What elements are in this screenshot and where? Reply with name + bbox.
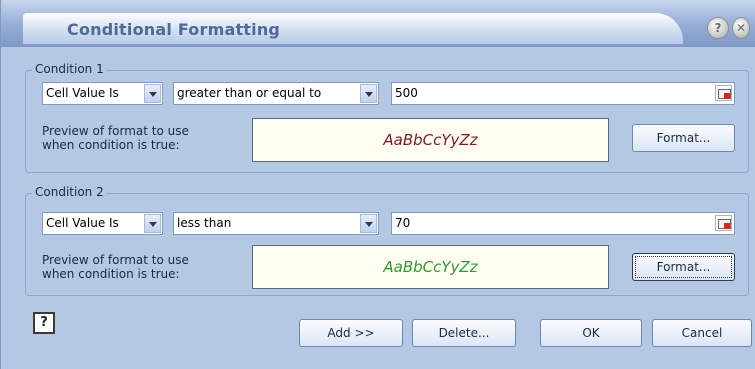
dialog-title: Conditional Formatting: [67, 20, 281, 39]
condition-1-value-text: 500: [395, 86, 418, 100]
preview-label-line-1: Preview of format to use: [42, 253, 189, 267]
condition-2-value-field[interactable]: 70: [391, 212, 735, 235]
condition-2-operator-dropdown[interactable]: less than: [173, 212, 379, 235]
chevron-down-icon[interactable]: [144, 84, 161, 103]
condition-1-preview-box: AaBbCcYyZz: [252, 118, 609, 162]
condition-1-preview-label: Preview of format to use when condition …: [42, 124, 189, 152]
condition-2-type-dropdown[interactable]: Cell Value Is: [42, 212, 163, 235]
condition-2-preview-box: AaBbCcYyZz: [252, 245, 609, 289]
range-selector-icon[interactable]: [715, 215, 732, 231]
cancel-button[interactable]: Cancel: [652, 319, 752, 347]
range-selector-icon[interactable]: [715, 85, 732, 101]
condition-1-operator-dropdown[interactable]: greater than or equal to: [173, 82, 379, 105]
chevron-down-icon[interactable]: [144, 214, 161, 233]
condition-1-operator-value: greater than or equal to: [177, 86, 322, 100]
close-icon[interactable]: ✕: [732, 17, 750, 39]
condition-2-value-text: 70: [395, 216, 411, 230]
title-bar[interactable]: Conditional Formatting ? ✕: [1, 0, 755, 47]
conditional-formatting-dialog: Conditional Formatting ? ✕ Condition 1 C…: [0, 0, 755, 369]
condition-1-legend: Condition 1: [32, 62, 107, 76]
preview-label-line-2: when condition is true:: [42, 138, 180, 152]
add-button[interactable]: Add >>: [299, 319, 403, 347]
condition-2-type-value: Cell Value Is: [46, 216, 119, 230]
ok-button[interactable]: OK: [540, 319, 642, 347]
preview-label-line-2: when condition is true:: [42, 267, 180, 281]
condition-2-preview-label: Preview of format to use when condition …: [42, 253, 189, 281]
condition-1-type-dropdown[interactable]: Cell Value Is: [42, 82, 163, 105]
help-icon[interactable]: ?: [33, 312, 55, 334]
delete-button[interactable]: Delete...: [412, 319, 516, 347]
condition-2-format-button[interactable]: Format...: [632, 253, 735, 281]
condition-1-format-button[interactable]: Format...: [632, 124, 735, 152]
condition-2-operator-value: less than: [177, 216, 232, 230]
condition-1-type-value: Cell Value Is: [46, 86, 119, 100]
chevron-down-icon[interactable]: [360, 214, 377, 233]
condition-2-legend: Condition 2: [32, 185, 107, 199]
help-icon[interactable]: ?: [707, 17, 729, 39]
preview-label-line-1: Preview of format to use: [42, 124, 189, 138]
condition-1-value-field[interactable]: 500: [391, 82, 735, 105]
chevron-down-icon[interactable]: [360, 84, 377, 103]
